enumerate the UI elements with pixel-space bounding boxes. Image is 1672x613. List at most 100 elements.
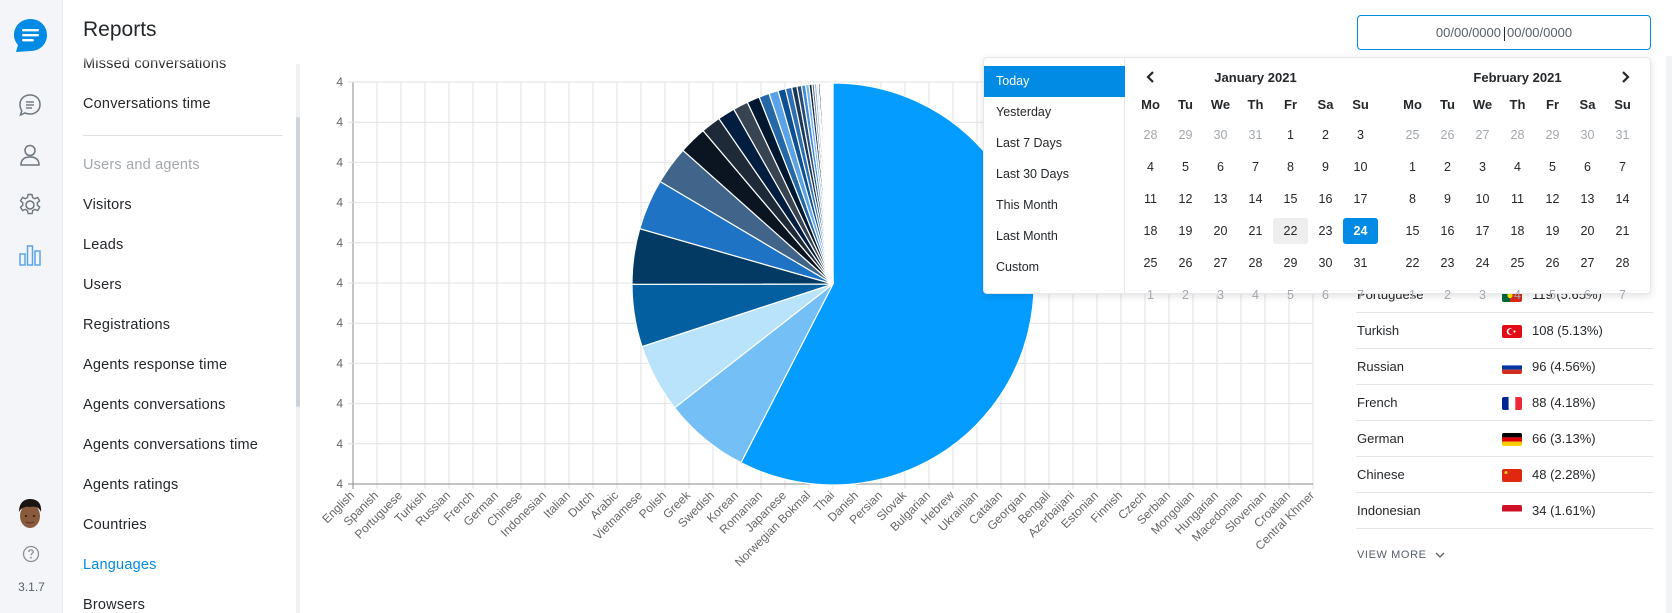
calendar-day[interactable]: 1 xyxy=(1395,154,1430,180)
calendar-day[interactable]: 7 xyxy=(1238,154,1273,180)
calendar-day[interactable]: 8 xyxy=(1273,154,1308,180)
conversations-icon[interactable] xyxy=(17,92,43,118)
calendar-day[interactable]: 8 xyxy=(1395,186,1430,212)
calendar-day[interactable]: 12 xyxy=(1535,186,1570,212)
calendar-day[interactable]: 24 xyxy=(1465,250,1500,276)
calendar-day[interactable]: 2 xyxy=(1168,282,1203,308)
nav-item-agents-conversations[interactable]: Agents conversations xyxy=(83,397,226,413)
avatar[interactable] xyxy=(15,496,45,530)
range-last-month[interactable]: Last Month xyxy=(984,221,1125,252)
calendar-day[interactable]: 25 xyxy=(1500,250,1535,276)
calendar-day[interactable]: 3 xyxy=(1203,282,1238,308)
calendar-day[interactable]: 6 xyxy=(1203,154,1238,180)
calendar-day[interactable]: 13 xyxy=(1203,186,1238,212)
calendar-day[interactable]: 28 xyxy=(1605,250,1640,276)
calendar-day[interactable]: 27 xyxy=(1570,250,1605,276)
range-custom[interactable]: Custom xyxy=(984,252,1125,283)
calendar-day[interactable]: 3 xyxy=(1465,154,1500,180)
calendar-day[interactable]: 26 xyxy=(1168,250,1203,276)
nav-item-languages[interactable]: Languages xyxy=(83,557,157,573)
next-month-icon[interactable] xyxy=(1617,68,1633,86)
calendar-day[interactable]: 14 xyxy=(1605,186,1640,212)
calendar-day[interactable]: 20 xyxy=(1570,218,1605,244)
nav-item-browsers[interactable]: Browsers xyxy=(83,597,145,613)
calendar-day-selected[interactable]: 24 xyxy=(1343,218,1378,244)
calendar-day[interactable]: 2 xyxy=(1430,154,1465,180)
calendar-day[interactable]: 21 xyxy=(1238,218,1273,244)
calendar-day[interactable]: 14 xyxy=(1238,186,1273,212)
settings-icon[interactable] xyxy=(17,192,43,218)
calendar-day[interactable]: 25 xyxy=(1133,250,1168,276)
calendar-day[interactable]: 28 xyxy=(1238,250,1273,276)
calendar-day[interactable]: 1 xyxy=(1395,282,1430,308)
nav-item-agents-response-time[interactable]: Agents response time xyxy=(83,357,227,373)
calendar-day[interactable]: 29 xyxy=(1535,122,1570,148)
calendar-day[interactable]: 6 xyxy=(1308,282,1343,308)
prev-month-icon[interactable] xyxy=(1143,68,1159,86)
calendar-day[interactable]: 18 xyxy=(1500,218,1535,244)
calendar-day[interactable]: 18 xyxy=(1133,218,1168,244)
calendar-day[interactable]: 30 xyxy=(1308,250,1343,276)
range-this-month[interactable]: This Month xyxy=(984,190,1125,221)
calendar-day[interactable]: 27 xyxy=(1465,122,1500,148)
calendar-day[interactable]: 31 xyxy=(1343,250,1378,276)
calendar-day[interactable]: 4 xyxy=(1238,282,1273,308)
calendar-day[interactable]: 9 xyxy=(1430,186,1465,212)
calendar-day[interactable]: 2 xyxy=(1430,282,1465,308)
users-icon[interactable] xyxy=(17,142,43,168)
calendar-day[interactable]: 4 xyxy=(1500,282,1535,308)
calendar-day[interactable]: 30 xyxy=(1203,122,1238,148)
calendar-day[interactable]: 23 xyxy=(1308,218,1343,244)
calendar-day[interactable]: 4 xyxy=(1133,154,1168,180)
nav-item-agents-conversations-time[interactable]: Agents conversations time xyxy=(83,437,258,453)
calendar-day[interactable]: 7 xyxy=(1343,282,1378,308)
calendar-day[interactable]: 26 xyxy=(1535,250,1570,276)
calendar-day[interactable]: 1 xyxy=(1133,282,1168,308)
calendar-day[interactable]: 28 xyxy=(1500,122,1535,148)
calendar-day[interactable]: 22 xyxy=(1395,250,1430,276)
calendar-day[interactable]: 15 xyxy=(1395,218,1430,244)
calendar-day[interactable]: 25 xyxy=(1395,122,1430,148)
chat-logo-icon[interactable] xyxy=(13,18,48,53)
calendar-day[interactable]: 9 xyxy=(1308,154,1343,180)
page-scrollbar[interactable] xyxy=(1666,56,1672,613)
nav-item-countries[interactable]: Countries xyxy=(83,517,147,533)
calendar-day[interactable]: 19 xyxy=(1535,218,1570,244)
calendar-day[interactable]: 11 xyxy=(1133,186,1168,212)
calendar-day[interactable]: 6 xyxy=(1570,154,1605,180)
calendar-day[interactable]: 4 xyxy=(1500,154,1535,180)
calendar-day[interactable]: 1 xyxy=(1273,122,1308,148)
calendar-day[interactable]: 22 xyxy=(1273,218,1308,244)
calendar-day[interactable]: 3 xyxy=(1465,282,1500,308)
calendar-day[interactable]: 29 xyxy=(1168,122,1203,148)
calendar-day[interactable]: 11 xyxy=(1500,186,1535,212)
calendar-day[interactable]: 6 xyxy=(1570,282,1605,308)
calendar-day[interactable]: 23 xyxy=(1430,250,1465,276)
calendar-day[interactable]: 10 xyxy=(1343,154,1378,180)
calendar-day[interactable]: 5 xyxy=(1168,154,1203,180)
range-yesterday[interactable]: Yesterday xyxy=(984,97,1125,128)
nav-item-users[interactable]: Users xyxy=(83,277,122,293)
calendar-day[interactable]: 30 xyxy=(1570,122,1605,148)
nav-item-conversations-time[interactable]: Conversations time xyxy=(83,96,211,112)
calendar-day[interactable]: 21 xyxy=(1605,218,1640,244)
view-more-button[interactable]: VIEW MORE xyxy=(1357,549,1445,561)
range-today[interactable]: Today xyxy=(984,66,1125,97)
calendar-day[interactable]: 5 xyxy=(1535,154,1570,180)
calendar-day[interactable]: 27 xyxy=(1203,250,1238,276)
calendar-day[interactable]: 7 xyxy=(1605,154,1640,180)
calendar-day[interactable]: 31 xyxy=(1605,122,1640,148)
nav-item-leads[interactable]: Leads xyxy=(83,237,124,253)
calendar-day[interactable]: 10 xyxy=(1465,186,1500,212)
calendar-day[interactable]: 20 xyxy=(1203,218,1238,244)
calendar-day[interactable]: 15 xyxy=(1273,186,1308,212)
nav-item-visitors[interactable]: Visitors xyxy=(83,197,132,213)
calendar-day[interactable]: 17 xyxy=(1465,218,1500,244)
nav-item-registrations[interactable]: Registrations xyxy=(83,317,170,333)
calendar-day[interactable]: 12 xyxy=(1168,186,1203,212)
range-last-30-days[interactable]: Last 30 Days xyxy=(984,159,1125,190)
calendar-day[interactable]: 3 xyxy=(1343,122,1378,148)
calendar-day[interactable]: 31 xyxy=(1238,122,1273,148)
calendar-day[interactable]: 29 xyxy=(1273,250,1308,276)
date-range-input[interactable]: 00/00/0000 00/00/0000 xyxy=(1357,15,1651,50)
